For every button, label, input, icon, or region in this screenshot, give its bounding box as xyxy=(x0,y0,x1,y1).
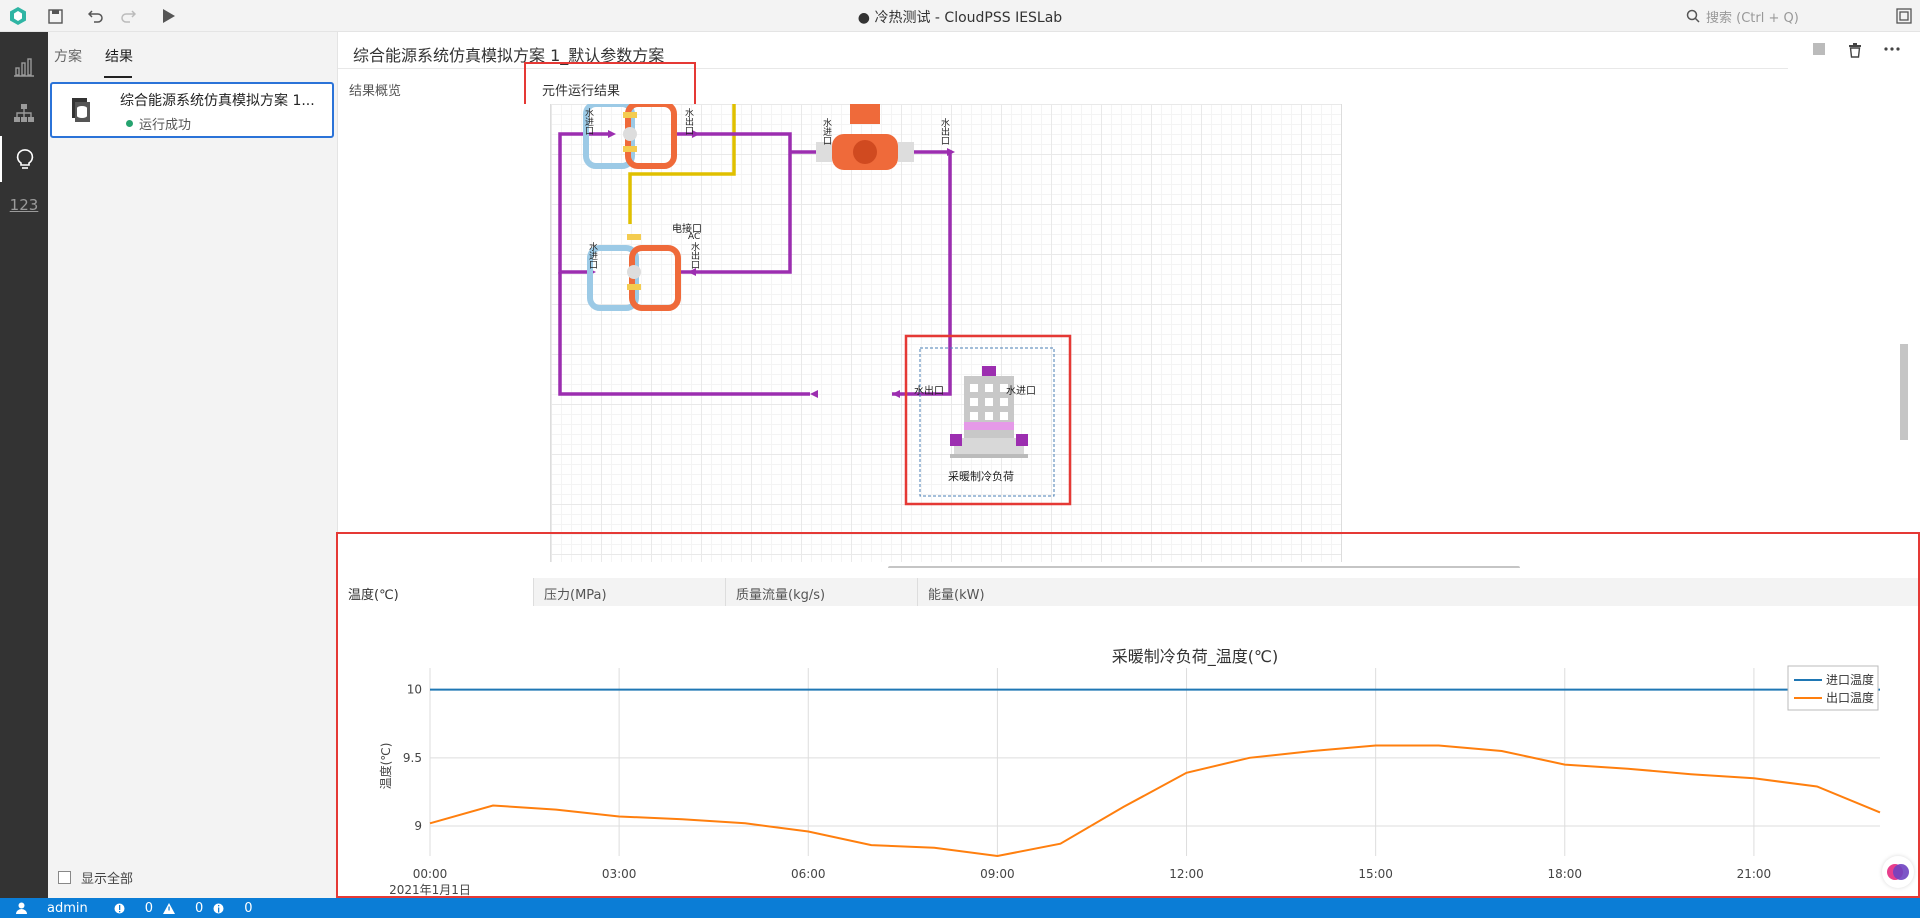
delete-icon[interactable] xyxy=(1848,42,1862,58)
lightbulb-icon[interactable] xyxy=(0,136,48,182)
numbers-icon[interactable]: 123 xyxy=(0,182,48,228)
main-editor: 综合能源系统仿真模拟方案 1_默认参数方案 结果概览 元件运行结果 水出口 水进… xyxy=(336,32,1920,898)
tab-results[interactable]: 结果 xyxy=(105,46,133,66)
status-text: 运行成功 xyxy=(139,118,192,133)
pump-water-in-label: 水进口 xyxy=(821,118,831,145)
success-dot-icon xyxy=(126,120,133,127)
error-icon xyxy=(114,903,125,913)
load-name-label: 采暖制冷负荷 xyxy=(948,470,1014,483)
highlight-component-results xyxy=(524,62,696,107)
warning-count: 0 xyxy=(195,900,204,916)
error-count: 0 xyxy=(144,900,154,916)
user-icon xyxy=(16,902,27,914)
tab-scheme[interactable]: 方案 xyxy=(54,46,82,66)
hx2-water-out-label: 水出口 xyxy=(689,242,699,269)
active-tab-indicator xyxy=(104,76,132,78)
side-panel: 方案 结果 综合能源系统仿真模拟方案 1... 运行成功 显示全部 xyxy=(48,32,338,898)
ac-label: AC xyxy=(688,232,701,242)
highlight-chart-panel xyxy=(336,532,1920,898)
search-placeholder: 搜索 (Ctrl + Q) xyxy=(1706,10,1799,26)
hx1-water-out-label: 水出口 xyxy=(683,108,693,135)
problems-status[interactable]: 0 0 0 xyxy=(114,901,253,916)
info-count: 0 xyxy=(244,900,253,916)
result-item[interactable]: 综合能源系统仿真模拟方案 1... 运行成功 xyxy=(50,82,334,138)
activity-bar: 123 xyxy=(0,32,48,898)
chart-bar-icon[interactable] xyxy=(0,44,48,90)
result-item-name: 综合能源系统仿真模拟方案 1... xyxy=(120,93,315,109)
show-all-toggle[interactable]: 显示全部 xyxy=(58,868,133,887)
search-icon xyxy=(1686,9,1700,23)
vertical-scrollbar[interactable] xyxy=(1900,344,1908,440)
status-bar: admin 0 0 0 xyxy=(0,898,1920,918)
heat-exchanger-2[interactable] xyxy=(587,234,681,311)
load-water-in-label: 水进口 xyxy=(1006,386,1036,397)
database-file-icon xyxy=(72,98,90,122)
pump-water-out-label: 水出口 xyxy=(939,118,949,145)
diagram-svg xyxy=(558,104,1072,506)
user-status[interactable]: admin xyxy=(16,901,88,916)
show-all-label: 显示全部 xyxy=(81,872,134,887)
stop-icon[interactable] xyxy=(1812,42,1826,56)
warning-icon xyxy=(163,902,176,914)
window-title: ● 冷热测试 - CloudPSS IESLab xyxy=(857,10,1063,26)
hx1-water-in-label: 水进口 xyxy=(583,108,593,135)
user-name: admin xyxy=(47,900,88,916)
side-tabs: 方案 结果 xyxy=(48,32,337,80)
hierarchy-icon[interactable] xyxy=(0,90,48,136)
title-bar: ● 冷热测试 - CloudPSS IESLab 搜索 (Ctrl + Q) xyxy=(0,0,1920,32)
result-item-status: 运行成功 xyxy=(126,114,191,133)
more-icon[interactable] xyxy=(1884,42,1900,56)
hx2-water-in-label: 水进口 xyxy=(587,242,597,269)
search-box[interactable]: 搜索 (Ctrl + Q) xyxy=(1686,4,1896,28)
tab-results-overview[interactable]: 结果概览 xyxy=(349,80,401,99)
info-icon xyxy=(213,903,224,913)
diagram-canvas[interactable]: 水出口 水进口 采暖制冷负荷 电接口 AC 水进口 水出口 水进口 水出口 水进… xyxy=(342,104,1908,568)
show-all-checkbox[interactable] xyxy=(58,871,71,884)
load-water-out-label: 水出口 xyxy=(914,386,944,397)
fullscreen-icon[interactable] xyxy=(1892,4,1916,28)
editor-toolbar xyxy=(1812,42,1900,58)
